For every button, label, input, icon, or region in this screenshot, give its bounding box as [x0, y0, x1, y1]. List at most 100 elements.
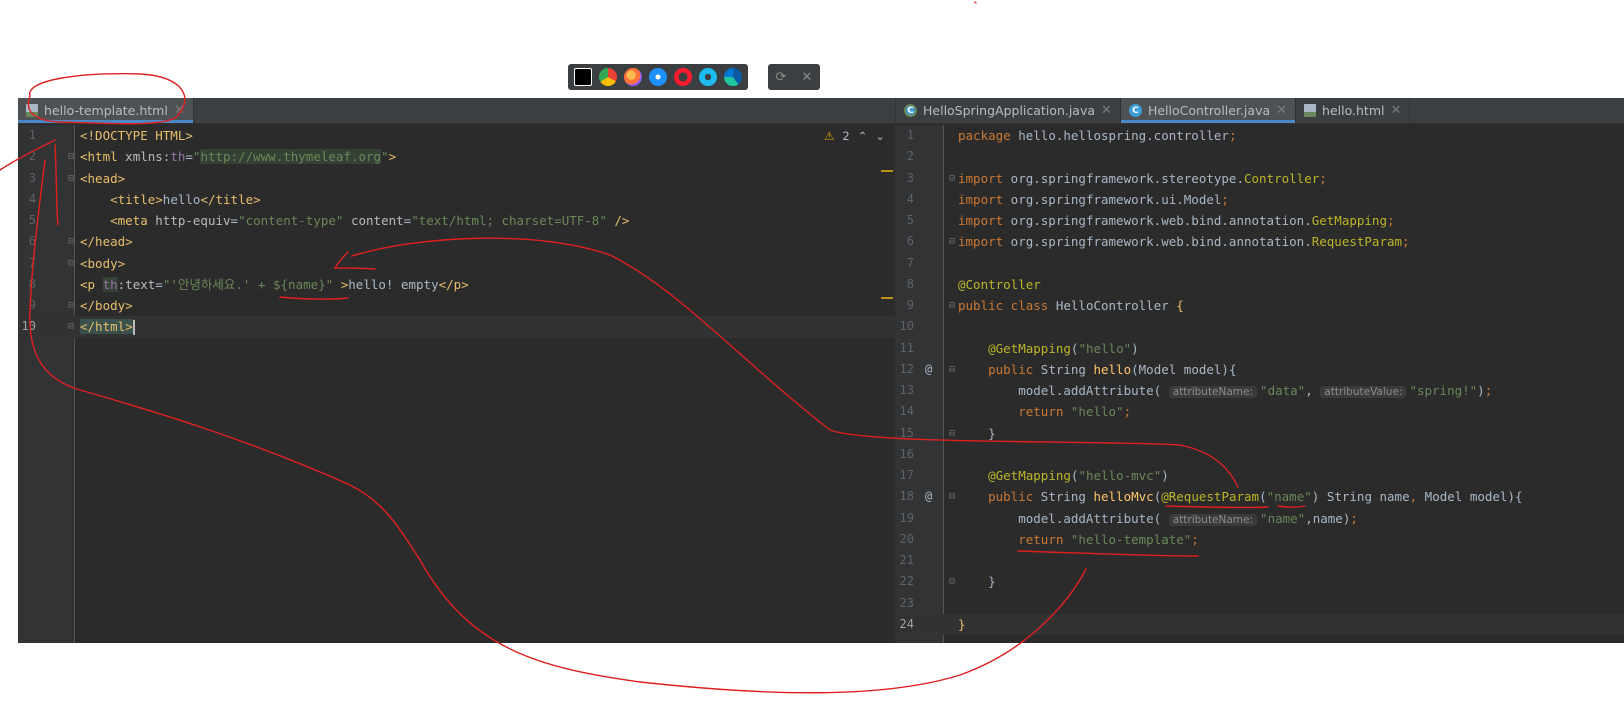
code-line[interactable]: 6 ⊟ import org.springframework.web.bind.an… — [896, 231, 1624, 252]
editor-tab[interactable]: C HelloSpringApplication.java ✕ — [896, 98, 1121, 123]
code-line[interactable]: 4 <title>hello</title> — [18, 189, 895, 210]
fold-marker-icon[interactable]: ⊟ — [68, 295, 74, 316]
code-line[interactable]: 7 — [896, 253, 1624, 274]
line-number: 24 — [899, 616, 914, 631]
editor-tab[interactable]: hello-template.html ✕ — [18, 98, 194, 123]
tab-close-icon[interactable]: ✕ — [1276, 103, 1287, 118]
code-line[interactable]: 21 — [896, 550, 1624, 571]
code-line[interactable]: 12 @ ⊟ public String hello(Model model){ — [896, 359, 1624, 380]
code-line[interactable]: 19 model.addAttribute( attributeName: "na… — [896, 508, 1624, 529]
editor-tab[interactable]: hello.html ✕ — [1296, 98, 1411, 123]
code-line[interactable]: 10 — [896, 316, 1624, 337]
code-text: @Controller — [958, 276, 1041, 292]
line-number: 2 — [906, 149, 914, 164]
code-line[interactable]: 8 @Controller — [896, 274, 1624, 295]
code-line[interactable]: 9 ⊟ </body> — [18, 295, 895, 316]
edge-icon[interactable] — [724, 68, 742, 86]
line-number: 5 — [906, 213, 914, 227]
code-line[interactable]: 3 ⊟ import org.springframework.stereotype.… — [896, 168, 1624, 189]
code-line[interactable]: 18 @ ⊟ public String helloMvc(@RequestPara… — [896, 486, 1624, 507]
line-number: 12 — [899, 361, 914, 376]
code-line[interactable]: 20 return "hello-template"; — [896, 529, 1624, 550]
line-number: 19 — [899, 510, 914, 525]
fold-marker-icon[interactable]: ⊟ — [68, 253, 74, 274]
code-line[interactable]: 24} — [896, 613, 1624, 635]
code-line[interactable]: 2 ⊟ <html xmlns:th="http://www.thymeleaf.o… — [18, 146, 895, 167]
line-number: 23 — [899, 595, 914, 610]
code-text: @GetMapping("hello-mvc") — [988, 468, 1169, 483]
tab-close-icon[interactable]: ✕ — [174, 103, 185, 118]
tab-label: HelloController.java — [1147, 103, 1271, 118]
code-line[interactable]: 13 model.addAttribute( attributeName: "da… — [896, 380, 1624, 401]
code-line[interactable]: 10 ⊟ </html> — [18, 316, 895, 338]
code-line[interactable]: 5 import org.springframework.web.bind.ann… — [896, 210, 1624, 231]
fold-marker-icon[interactable]: ⊟ — [949, 231, 955, 252]
code-line[interactable]: 23 — [896, 593, 1624, 614]
chrome-icon[interactable] — [599, 68, 617, 86]
code-text: } — [958, 574, 996, 590]
line-number: 2 — [28, 149, 36, 164]
line-number: 4 — [906, 191, 914, 206]
code-line[interactable]: 11 @GetMapping("hello") — [896, 338, 1624, 359]
code-line[interactable]: 1 package hello.hellospring.controller; — [896, 125, 1624, 146]
code-line[interactable]: 17 @GetMapping("hello-mvc") — [896, 465, 1624, 486]
line-number: 1 — [906, 128, 914, 142]
fold-marker-icon[interactable]: ⊟ — [949, 423, 955, 444]
tab-close-icon[interactable]: ✕ — [1390, 103, 1401, 118]
code-line[interactable]: 3 ⊟ <head> — [18, 168, 895, 189]
ie-icon[interactable] — [699, 68, 717, 86]
code-text: <meta http-equiv="content-type" content=… — [110, 213, 630, 228]
code-line[interactable]: 6 ⊟ </head> — [18, 231, 895, 252]
safari-icon[interactable] — [649, 68, 667, 86]
line-number: 3 — [906, 170, 914, 185]
top-dot-annotation — [974, 1, 977, 4]
code-text: public class HelloController { — [958, 298, 1184, 313]
fold-marker-icon[interactable]: ⊟ — [949, 168, 955, 189]
line-number: 17 — [899, 468, 914, 482]
fold-marker-icon[interactable]: ⊟ — [68, 316, 74, 337]
left-tab-bar: hello-template.html ✕ — [18, 98, 895, 124]
code-line[interactable]: 9 ⊟ public class HelloController { — [896, 295, 1624, 316]
editor-tab[interactable]: C HelloController.java ✕ — [1120, 98, 1297, 123]
request-mapping-gutter-icon[interactable]: @ — [925, 486, 932, 507]
intellij-icon[interactable] — [574, 68, 592, 86]
line-number: 15 — [899, 425, 914, 440]
code-line[interactable]: 7 ⊟ <body> — [18, 253, 895, 274]
code-line[interactable]: 4 import org.springframework.ui.Model; — [896, 189, 1624, 210]
fold-marker-icon[interactable]: ⊟ — [949, 571, 955, 592]
code-text: import org.springframework.web.bind.anno… — [958, 213, 1395, 228]
fold-marker-icon[interactable]: ⊟ — [949, 295, 955, 316]
code-line[interactable]: 15 ⊟ } — [896, 423, 1624, 444]
close-icon[interactable]: ✕ — [802, 70, 813, 85]
line-number: 5 — [28, 213, 36, 227]
code-line[interactable]: 5 <meta http-equiv="content-type" conten… — [18, 210, 895, 231]
fold-marker-icon[interactable]: ⊟ — [949, 486, 955, 507]
fold-marker-icon[interactable]: ⊟ — [68, 146, 74, 167]
reload-icon[interactable]: ⟳ — [776, 70, 787, 85]
code-line[interactable]: 8 <p th:text="'안녕하세요.' + ${name}" >hello!… — [18, 274, 895, 295]
left-code-editor[interactable]: ⚠ 2 ⌃ ⌄ 1 <!DOCTYPE HTML> 2 ⊟ <html xmlns:th… — [18, 125, 895, 643]
code-text: </html> — [80, 319, 135, 336]
code-line[interactable]: 1 <!DOCTYPE HTML> — [18, 125, 895, 146]
line-number: 9 — [906, 298, 914, 312]
code-line[interactable]: 22 ⊟ } — [896, 571, 1624, 592]
html-file-icon — [1304, 104, 1317, 117]
code-line[interactable]: 2 — [896, 146, 1624, 167]
line-number: 14 — [899, 404, 914, 419]
line-number: 9 — [28, 298, 36, 312]
code-text: </head> — [80, 234, 133, 250]
firefox-icon[interactable] — [624, 68, 642, 86]
code-text: return "hello-template"; — [1018, 531, 1199, 547]
opera-icon[interactable] — [674, 68, 692, 86]
code-text: <title>hello</title> — [110, 191, 261, 207]
right-code-editor[interactable]: 1 package hello.hellospring.controller; 2 3… — [896, 125, 1624, 643]
request-mapping-gutter-icon[interactable]: @ — [925, 359, 932, 380]
fold-marker-icon[interactable]: ⊟ — [68, 231, 74, 252]
fold-marker-icon[interactable]: ⊟ — [949, 359, 955, 380]
code-text: import org.springframework.web.bind.anno… — [958, 234, 1410, 250]
tab-close-icon[interactable]: ✕ — [1101, 103, 1112, 118]
fold-marker-icon[interactable]: ⊟ — [68, 168, 74, 189]
code-text: } — [958, 616, 966, 632]
code-line[interactable]: 14 return "hello"; — [896, 401, 1624, 422]
code-line[interactable]: 16 — [896, 444, 1624, 465]
